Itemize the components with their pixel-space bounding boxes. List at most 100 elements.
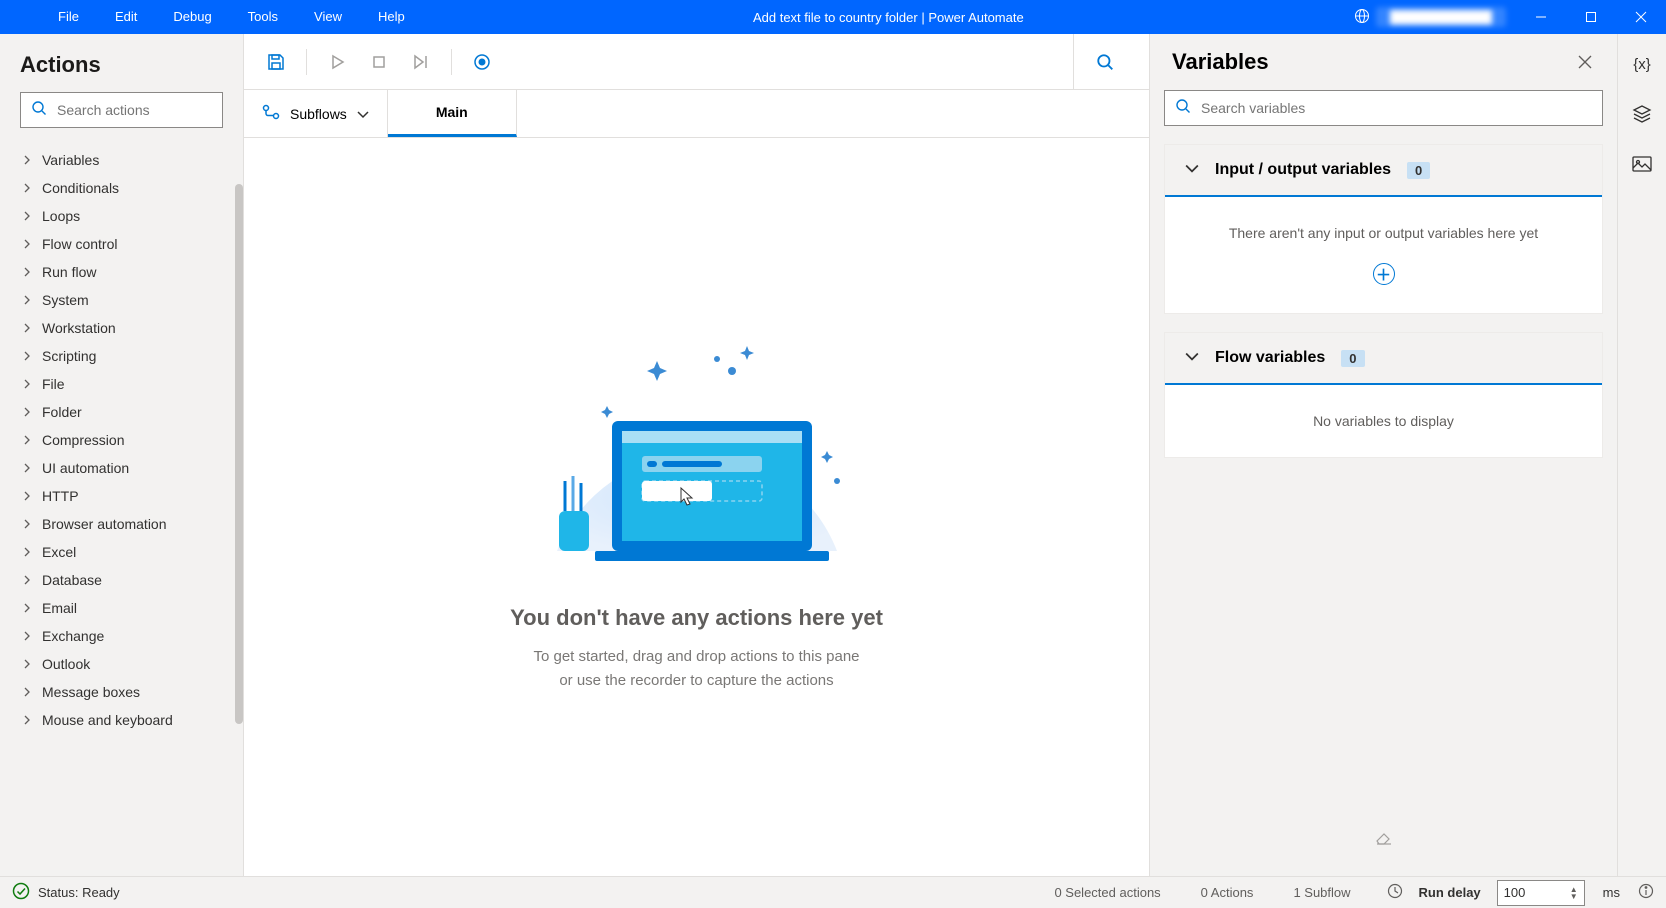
actions-category-list[interactable]: Variables Conditionals Loops Flow contro… <box>0 142 243 876</box>
close-variables-button[interactable] <box>1569 46 1601 78</box>
action-category-label: Variables <box>42 152 99 168</box>
action-category[interactable]: System <box>0 286 243 314</box>
record-button[interactable] <box>464 44 500 80</box>
close-button[interactable] <box>1616 0 1666 34</box>
chevron-right-icon <box>22 264 32 280</box>
action-category[interactable]: Browser automation <box>0 510 243 538</box>
add-io-variable-button[interactable]: ＋ <box>1373 263 1395 285</box>
designer-search-button[interactable] <box>1073 34 1135 90</box>
status-ok-icon <box>12 882 30 903</box>
clear-filter-button[interactable] <box>1374 817 1394 862</box>
action-category[interactable]: File <box>0 370 243 398</box>
action-category[interactable]: Message boxes <box>0 678 243 706</box>
subflow-tabs: Subflows Main <box>244 90 1149 138</box>
run-delay-unit: ms <box>1603 885 1620 900</box>
maximize-button[interactable] <box>1566 0 1616 34</box>
chevron-right-icon <box>22 152 32 168</box>
chevron-right-icon <box>22 628 32 644</box>
chevron-right-icon <box>22 600 32 616</box>
variables-search-input[interactable] <box>1201 100 1592 116</box>
menu-file[interactable]: File <box>40 0 97 34</box>
action-category-label: Exchange <box>42 628 104 644</box>
chevron-right-icon <box>22 488 32 504</box>
flow-variables-title: Flow variables <box>1215 349 1325 367</box>
flow-variables-count: 0 <box>1341 350 1364 367</box>
step-button[interactable] <box>403 44 439 80</box>
save-button[interactable] <box>258 44 294 80</box>
clock-icon <box>1387 883 1403 902</box>
subflows-dropdown[interactable]: Subflows <box>244 90 388 137</box>
action-category[interactable]: Conditionals <box>0 174 243 202</box>
io-variables-count: 0 <box>1407 162 1430 179</box>
variables-search-box[interactable] <box>1164 90 1603 126</box>
flow-variables-header[interactable]: Flow variables 0 <box>1165 333 1602 385</box>
action-category[interactable]: UI automation <box>0 454 243 482</box>
chevron-right-icon <box>22 684 32 700</box>
action-category-label: Compression <box>42 432 124 448</box>
actions-search-input[interactable] <box>57 102 238 118</box>
tab-main[interactable]: Main <box>388 90 517 137</box>
chevron-right-icon <box>22 208 32 224</box>
selected-actions-count: 0 Selected actions <box>1054 885 1160 900</box>
chevron-right-icon <box>22 320 32 336</box>
action-category-label: Mouse and keyboard <box>42 712 173 728</box>
subflows-icon <box>262 104 280 123</box>
action-category[interactable]: Run flow <box>0 258 243 286</box>
action-category[interactable]: Mouse and keyboard <box>0 706 243 734</box>
chevron-right-icon <box>22 236 32 252</box>
action-category-label: Flow control <box>42 236 117 252</box>
empty-line-1: To get started, drag and drop actions to… <box>533 648 859 665</box>
chevron-down-icon <box>1185 349 1199 367</box>
action-category[interactable]: Email <box>0 594 243 622</box>
environment-pill[interactable]: ████████████ <box>1376 7 1506 27</box>
action-category[interactable]: Exchange <box>0 622 243 650</box>
stop-button[interactable] <box>361 44 397 80</box>
menu-debug[interactable]: Debug <box>155 0 229 34</box>
chevron-right-icon <box>22 572 32 588</box>
run-button[interactable] <box>319 44 355 80</box>
variables-rail-button[interactable]: {x} <box>1630 52 1654 76</box>
menu-help[interactable]: Help <box>360 0 423 34</box>
chevron-right-icon <box>22 292 32 308</box>
action-category[interactable]: Workstation <box>0 314 243 342</box>
run-delay-spinner[interactable]: ▲▼ <box>1570 886 1578 900</box>
menu-edit[interactable]: Edit <box>97 0 155 34</box>
chevron-down-icon <box>1185 161 1199 179</box>
action-category[interactable]: Loops <box>0 202 243 230</box>
run-delay-input[interactable]: 100 ▲▼ <box>1497 880 1585 906</box>
titlebar: File Edit Debug Tools View Help Add text… <box>0 0 1666 34</box>
status-bar: Status: Ready 0 Selected actions 0 Actio… <box>0 876 1666 908</box>
variables-panel: Variables Input / output variables 0 <box>1150 34 1618 876</box>
ui-elements-rail-button[interactable] <box>1630 102 1654 126</box>
minimize-button[interactable] <box>1516 0 1566 34</box>
action-category[interactable]: Flow control <box>0 230 243 258</box>
action-category[interactable]: Scripting <box>0 342 243 370</box>
action-category[interactable]: Excel <box>0 538 243 566</box>
chevron-right-icon <box>22 432 32 448</box>
action-category-label: HTTP <box>42 488 79 504</box>
designer-area: Subflows Main <box>244 34 1150 876</box>
actions-panel: Actions Variables Conditionals Loops Flo… <box>0 34 244 876</box>
action-category[interactable]: Compression <box>0 426 243 454</box>
variables-heading: Variables <box>1172 49 1569 75</box>
menu-tools[interactable]: Tools <box>230 0 296 34</box>
action-category[interactable]: HTTP <box>0 482 243 510</box>
chevron-right-icon <box>22 656 32 672</box>
action-category[interactable]: Folder <box>0 398 243 426</box>
actions-scrollbar[interactable] <box>235 184 243 724</box>
action-category[interactable]: Database <box>0 566 243 594</box>
action-category-label: Workstation <box>42 320 116 336</box>
action-category-label: Run flow <box>42 264 96 280</box>
action-category[interactable]: Variables <box>0 146 243 174</box>
chevron-right-icon <box>22 460 32 476</box>
images-rail-button[interactable] <box>1630 152 1654 176</box>
action-category[interactable]: Outlook <box>0 650 243 678</box>
actions-search-box[interactable] <box>20 92 223 128</box>
run-delay-label: Run delay <box>1419 885 1481 900</box>
empty-state: You don't have any actions here yet To g… <box>244 138 1149 876</box>
action-category-label: UI automation <box>42 460 129 476</box>
info-icon[interactable] <box>1638 883 1654 902</box>
menu-view[interactable]: View <box>296 0 360 34</box>
action-category-label: Folder <box>42 404 82 420</box>
io-variables-header[interactable]: Input / output variables 0 <box>1165 145 1602 197</box>
